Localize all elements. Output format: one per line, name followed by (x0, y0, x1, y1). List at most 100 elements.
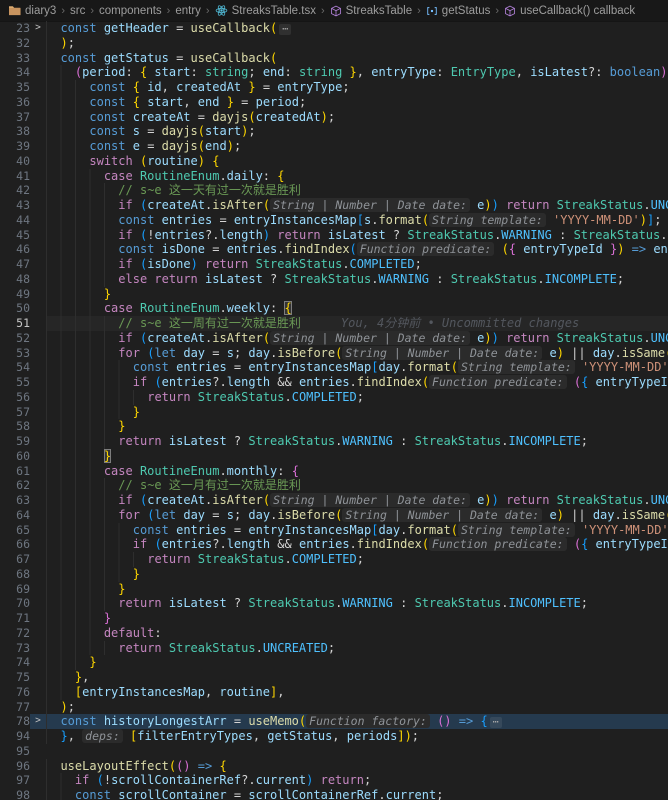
code-line-95[interactable]: 95 (0, 744, 668, 759)
code-text[interactable]: const { id, createdAt } = entryType; (46, 80, 668, 95)
code-text[interactable]: } (46, 567, 668, 582)
code-line-53[interactable]: 53 for (let day = s; day.isBefore(String … (0, 346, 668, 361)
code-text[interactable]: // s~e 这一天有过一次就是胜利 (46, 183, 668, 198)
line-number[interactable]: 42 (0, 183, 30, 198)
code-line-55[interactable]: 55if (entries?.length && entries.findInd… (0, 375, 668, 390)
code-line-60[interactable]: 60} (0, 449, 668, 464)
line-number[interactable]: 41 (0, 169, 30, 184)
line-number[interactable]: 47 (0, 257, 30, 272)
code-text[interactable]: for (let day = s; day.isBefore(String | … (46, 346, 668, 361)
line-number[interactable]: 73 (0, 641, 30, 656)
line-number[interactable]: 59 (0, 434, 30, 449)
breadcrumb-item-components[interactable]: components (99, 5, 162, 17)
line-number[interactable]: 45 (0, 228, 30, 243)
line-number[interactable]: 35 (0, 80, 30, 95)
code-text[interactable]: return StreakStatus.UNCREATED; (46, 641, 668, 656)
code-text[interactable]: if (isDone) return StreakStatus.COMPLETE… (46, 257, 668, 272)
code-text[interactable]: const isDone = entries.findIndex(Functio… (46, 242, 668, 257)
line-number[interactable]: 44 (0, 213, 30, 228)
line-number[interactable]: 69 (0, 582, 30, 597)
code-text[interactable]: for (let day = s; day.isBefore(String | … (46, 508, 668, 523)
breadcrumb-item-entry[interactable]: entry (175, 5, 201, 17)
code-text[interactable]: } (46, 405, 668, 420)
code-text[interactable]: const s = dayjs(start); (46, 124, 668, 139)
fold-collapsed-icon[interactable]: > (30, 21, 46, 36)
breadcrumb-item-src[interactable]: src (70, 5, 85, 17)
code-text[interactable]: } (46, 287, 668, 302)
code-line-56[interactable]: 56return StreakStatus.COMPLETED; (0, 390, 668, 405)
code-line-34[interactable]: 34(period: { start: string; end: string … (0, 65, 668, 80)
line-number[interactable]: 49 (0, 287, 30, 302)
code-text[interactable]: } (46, 419, 668, 434)
code-text[interactable]: if (entries?.length && entries.findIndex… (46, 537, 668, 552)
code-line-52[interactable]: 52if (createAt.isAfter(String | Number |… (0, 331, 668, 346)
code-text[interactable]: case RoutineEnum.daily: { (46, 169, 668, 184)
code-line-72[interactable]: 72default: (0, 626, 668, 641)
line-number[interactable]: 46 (0, 242, 30, 257)
code-line-62[interactable]: 62// s~e 这一月有过一次就是胜利 (0, 478, 668, 493)
code-line-58[interactable]: 58} (0, 419, 668, 434)
line-number[interactable]: 53 (0, 346, 30, 361)
code-line-46[interactable]: 46 const isDone = entries.findIndex(Funct… (0, 242, 668, 257)
line-number[interactable]: 34 (0, 65, 30, 80)
code-line-70[interactable]: 70 return isLatest ? StreakStatus.WARNING… (0, 596, 668, 611)
code-line-69[interactable]: 69} (0, 582, 668, 597)
line-number[interactable]: 56 (0, 390, 30, 405)
line-number[interactable]: 32 (0, 36, 30, 51)
code-line-71[interactable]: 71} (0, 611, 668, 626)
code-line-59[interactable]: 59 return isLatest ? StreakStatus.WARNING… (0, 434, 668, 449)
code-line-54[interactable]: 54 const entries = entryInstancesMap[day.… (0, 360, 668, 375)
line-number[interactable]: 54 (0, 360, 30, 375)
code-line-61[interactable]: 61case RoutineEnum.monthly: { (0, 464, 668, 479)
code-line-33[interactable]: 33const getStatus = useCallback( (0, 51, 668, 66)
code-text[interactable]: } (46, 582, 668, 597)
code-line-44[interactable]: 44 const entries = entryInstancesMap[s.fo… (0, 213, 668, 228)
code-text[interactable]: if (createAt.isAfter(String | Number | D… (46, 198, 668, 213)
line-number[interactable]: 38 (0, 124, 30, 139)
code-line-36[interactable]: 36const { start, end } = period; (0, 95, 668, 110)
code-text[interactable]: } (46, 449, 668, 464)
code-text[interactable]: const getHeader = useCallback(⋯ (46, 21, 668, 36)
code-text[interactable]: ); (46, 700, 668, 715)
line-number[interactable]: 71 (0, 611, 30, 626)
code-text[interactable]: const entries = entryInstancesMap[day.fo… (46, 360, 668, 375)
code-line-39[interactable]: 39const e = dayjs(end); (0, 139, 668, 154)
code-text[interactable]: else return isLatest ? StreakStatus.WARN… (46, 272, 668, 287)
code-line-97[interactable]: 97if (!scrollContainerRef?.current) retu… (0, 773, 668, 788)
code-text[interactable]: const e = dayjs(end); (46, 139, 668, 154)
line-number[interactable]: 66 (0, 537, 30, 552)
code-line-51[interactable]: 51// s~e 这一周有过一次就是胜利You, 4分钟前 • Uncommit… (0, 316, 668, 331)
fold-collapsed-icon[interactable]: > (30, 714, 46, 729)
code-text[interactable]: const entries = entryInstancesMap[day.fo… (46, 523, 668, 538)
code-line-65[interactable]: 65const entries = entryInstancesMap[day.… (0, 523, 668, 538)
code-text[interactable]: const scrollContainer = scrollContainerR… (46, 788, 668, 800)
code-text[interactable]: return isLatest ? StreakStatus.WARNING :… (46, 434, 668, 449)
code-line-57[interactable]: 57} (0, 405, 668, 420)
code-text[interactable]: case RoutineEnum.monthly: { (46, 464, 668, 479)
code-text[interactable]: ); (46, 36, 668, 51)
code-line-64[interactable]: 64for (let day = s; day.isBefore(String … (0, 508, 668, 523)
line-number[interactable]: 60 (0, 449, 30, 464)
line-number[interactable]: 57 (0, 405, 30, 420)
line-number[interactable]: 78 (0, 714, 30, 729)
code-text[interactable]: const historyLongestArr = useMemo(Functi… (46, 714, 668, 729)
code-text[interactable]: const createAt = dayjs(createdAt); (46, 110, 668, 125)
line-number[interactable]: 51 (0, 316, 30, 331)
code-line-75[interactable]: 75}, (0, 670, 668, 685)
code-line-35[interactable]: 35 const { id, createdAt } = entryType; (0, 80, 668, 95)
code-text[interactable]: if (!scrollContainerRef?.current) return… (46, 773, 668, 788)
line-number[interactable]: 70 (0, 596, 30, 611)
code-line-37[interactable]: 37const createAt = dayjs(createdAt); (0, 110, 668, 125)
code-text[interactable]: } (46, 611, 668, 626)
code-text[interactable]: const entries = entryInstancesMap[s.form… (46, 213, 668, 228)
code-line-49[interactable]: 49} (0, 287, 668, 302)
line-number[interactable]: 62 (0, 478, 30, 493)
line-number[interactable]: 76 (0, 685, 30, 700)
breadcrumb-item-getstatus[interactable]: getStatus (426, 5, 491, 17)
code-text[interactable]: useLayoutEffect(() => { (46, 759, 668, 774)
code-line-68[interactable]: 68} (0, 567, 668, 582)
line-number[interactable]: 77 (0, 700, 30, 715)
code-text[interactable]: return isLatest ? StreakStatus.WARNING :… (46, 596, 668, 611)
line-number[interactable]: 50 (0, 301, 30, 316)
code-text[interactable] (46, 744, 668, 759)
